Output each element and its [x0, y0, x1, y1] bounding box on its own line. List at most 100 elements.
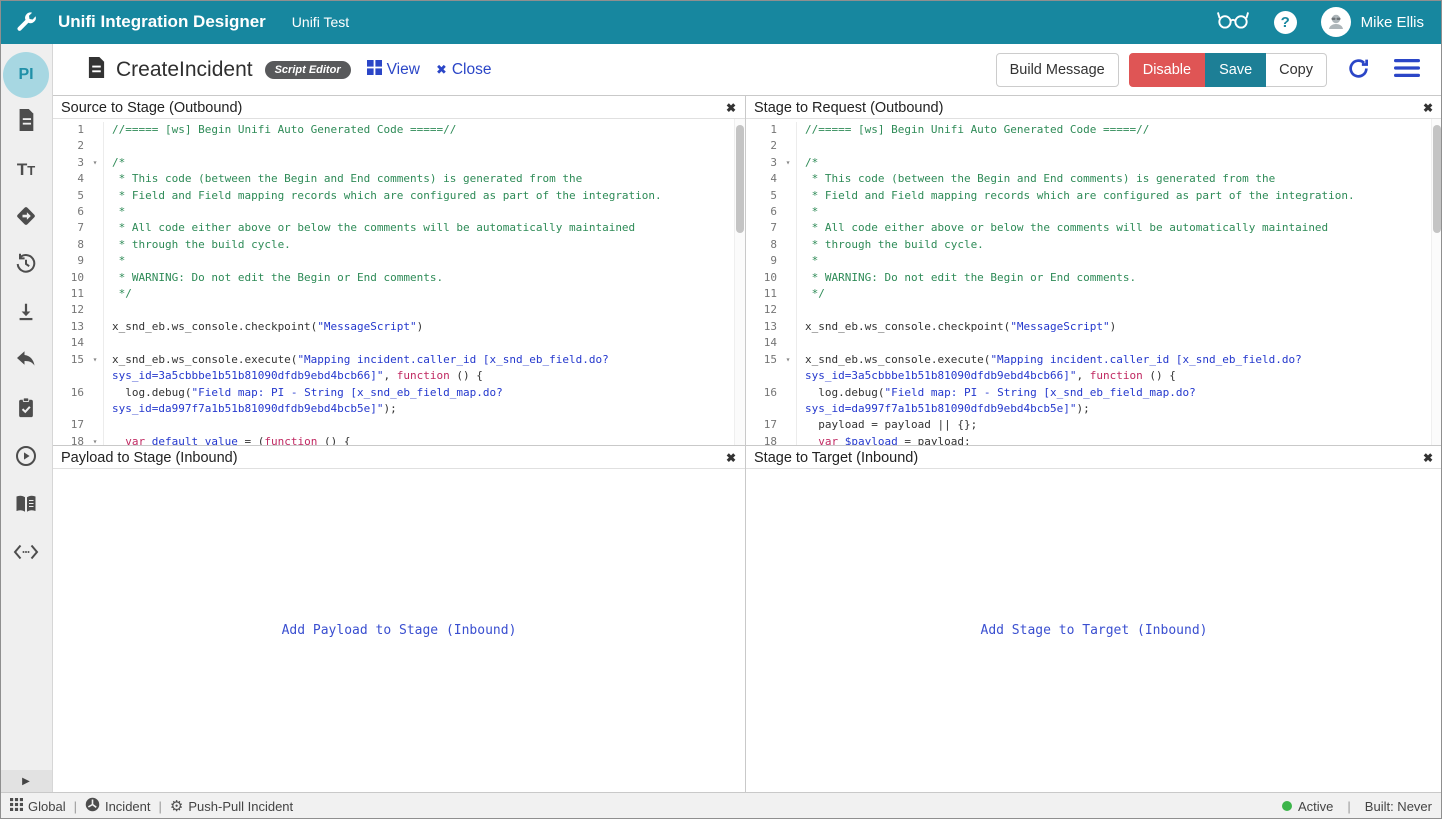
grid-icon — [10, 798, 23, 814]
code-text: * WARNING: Do not edit the Begin or End … — [104, 270, 443, 286]
code-editor[interactable]: 1//===== [ws] Begin Unifi Auto Generated… — [746, 119, 1442, 445]
code-text: * All code either above or below the com… — [104, 220, 635, 236]
code-token: * through the build cycle. — [805, 238, 984, 251]
line-number: 15 — [746, 352, 780, 368]
fold-arrow-icon[interactable]: ▾ — [780, 352, 797, 368]
sidebar-item-script[interactable] — [0, 98, 52, 146]
sidebar-item-download[interactable] — [0, 290, 52, 338]
panel-close-icon[interactable]: ✖ — [1423, 452, 1433, 464]
sidebar-item-code[interactable] — [0, 530, 52, 578]
scrollbar[interactable] — [734, 119, 745, 445]
rail-expand-button[interactable]: ▶ — [0, 770, 52, 792]
sidebar-item-mappings[interactable] — [0, 194, 52, 242]
sidebar-item-fields[interactable]: TT — [0, 146, 52, 194]
scrollbar-thumb[interactable] — [736, 125, 744, 233]
code-token: () { — [1143, 369, 1176, 382]
view-button[interactable]: View — [367, 60, 420, 80]
copy-button[interactable]: Copy — [1266, 53, 1327, 87]
build-message-button[interactable]: Build Message — [996, 53, 1119, 87]
fold-gutter — [87, 188, 104, 204]
sidebar-item-docs[interactable] — [0, 482, 52, 530]
integration-link[interactable]: ⚙ Push-Pull Incident — [170, 799, 293, 814]
code-text: log.debug("Field map: PI - String [x_snd… — [797, 385, 1196, 401]
close-button[interactable]: ✖ Close — [436, 61, 492, 79]
fold-gutter — [780, 237, 797, 253]
code-token: * — [805, 205, 818, 218]
code-line: 8 * through the build cycle. — [53, 237, 745, 253]
code-token: "Mapping incident.caller_id [x_snd_eb_fi… — [297, 353, 608, 366]
line-number: 3 — [53, 155, 87, 171]
code-line: 6 * — [53, 204, 745, 220]
top-app-bar: Unifi Integration Designer Unifi Test ? … — [0, 0, 1442, 44]
code-text — [797, 302, 805, 318]
add-stage-to-target-link[interactable]: Add Stage to Target (Inbound) — [981, 623, 1208, 638]
sidebar-item-run[interactable] — [0, 434, 52, 482]
fold-gutter — [87, 171, 104, 187]
process-link[interactable]: Incident — [85, 797, 151, 815]
fold-arrow-icon[interactable]: ▾ — [87, 155, 104, 171]
code-text: * through the build cycle. — [104, 237, 291, 253]
code-line: 14 — [53, 335, 745, 351]
code-text: sys_id=da997f7a1b51b81090dfdb9ebd4bcb5e]… — [797, 401, 1090, 417]
fold-gutter — [87, 368, 104, 384]
line-number: 18 — [53, 434, 87, 445]
scrollbar-thumb[interactable] — [1433, 125, 1441, 233]
code-token: * — [805, 254, 818, 267]
code-text: */ — [104, 286, 132, 302]
script-editor-badge: Script Editor — [265, 61, 351, 79]
line-number: 4 — [746, 171, 780, 187]
record-header: CreateIncident Script Editor View ✖ Clos… — [53, 44, 1442, 95]
incident-icon — [85, 797, 100, 815]
menu-button[interactable] — [1394, 59, 1420, 80]
scope-link[interactable]: Global — [10, 798, 66, 814]
fold-arrow-icon[interactable]: ▾ — [87, 434, 104, 445]
panel-title: Stage to Target (Inbound) — [754, 450, 918, 466]
code-token: var — [125, 435, 145, 445]
help-button[interactable]: ? — [1274, 11, 1297, 34]
close-x-icon: ✖ — [436, 62, 447, 78]
sidebar-item-tasks[interactable] — [0, 386, 52, 434]
code-text: * — [797, 253, 818, 269]
glasses-icon[interactable] — [1216, 9, 1250, 36]
fold-gutter — [87, 417, 104, 433]
fold-arrow-icon[interactable]: ▾ — [780, 155, 797, 171]
fold-arrow-icon[interactable]: ▾ — [87, 352, 104, 368]
scrollbar[interactable] — [1431, 119, 1442, 445]
code-text — [104, 138, 112, 154]
code-text — [797, 335, 805, 351]
code-icon — [13, 544, 39, 565]
pi-avatar[interactable]: PI — [3, 52, 49, 98]
panel-payload-to-stage: Payload to Stage (Inbound) ✖ Add Payload… — [53, 445, 745, 792]
add-payload-to-stage-link[interactable]: Add Payload to Stage (Inbound) — [282, 623, 517, 638]
mapping-icon — [14, 204, 38, 233]
panel-stage-to-request: Stage to Request (Outbound) ✖ 1//===== [… — [745, 95, 1442, 445]
code-text: /* — [104, 155, 125, 171]
disable-button[interactable]: Disable — [1129, 53, 1205, 87]
code-token: var — [818, 435, 838, 445]
code-token: x_snd_eb.ws_console.execute( — [805, 353, 990, 366]
panel-close-icon[interactable]: ✖ — [726, 452, 736, 464]
refresh-button[interactable] — [1347, 57, 1370, 83]
panel-close-icon[interactable]: ✖ — [1423, 102, 1433, 114]
save-button[interactable]: Save — [1205, 53, 1266, 87]
sidebar-item-history[interactable] — [0, 242, 52, 290]
active-status-dot — [1282, 801, 1292, 811]
line-number: 17 — [53, 417, 87, 433]
code-editor[interactable]: 1//===== [ws] Begin Unifi Auto Generated… — [53, 119, 745, 445]
fold-gutter — [780, 434, 797, 445]
fold-gutter — [87, 204, 104, 220]
script-panels-grid: Source to Stage (Outbound) ✖ 1//===== [w… — [53, 95, 1442, 792]
user-menu[interactable]: Mike Ellis — [1321, 7, 1424, 37]
sidebar-item-undo[interactable] — [0, 338, 52, 386]
panel-close-icon[interactable]: ✖ — [726, 102, 736, 114]
code-token: * Field and Field mapping records which … — [112, 189, 662, 202]
panel-title: Stage to Request (Outbound) — [754, 100, 943, 116]
line-number: 12 — [53, 302, 87, 318]
play-circle-icon — [14, 444, 38, 473]
code-text: sys_id=da997f7a1b51b81090dfdb9ebd4bcb5e]… — [104, 401, 397, 417]
line-number: 17 — [746, 417, 780, 433]
fold-gutter — [87, 237, 104, 253]
code-token: "MessageScript" — [317, 320, 416, 333]
line-number: 2 — [746, 138, 780, 154]
hamburger-icon — [1394, 59, 1420, 80]
